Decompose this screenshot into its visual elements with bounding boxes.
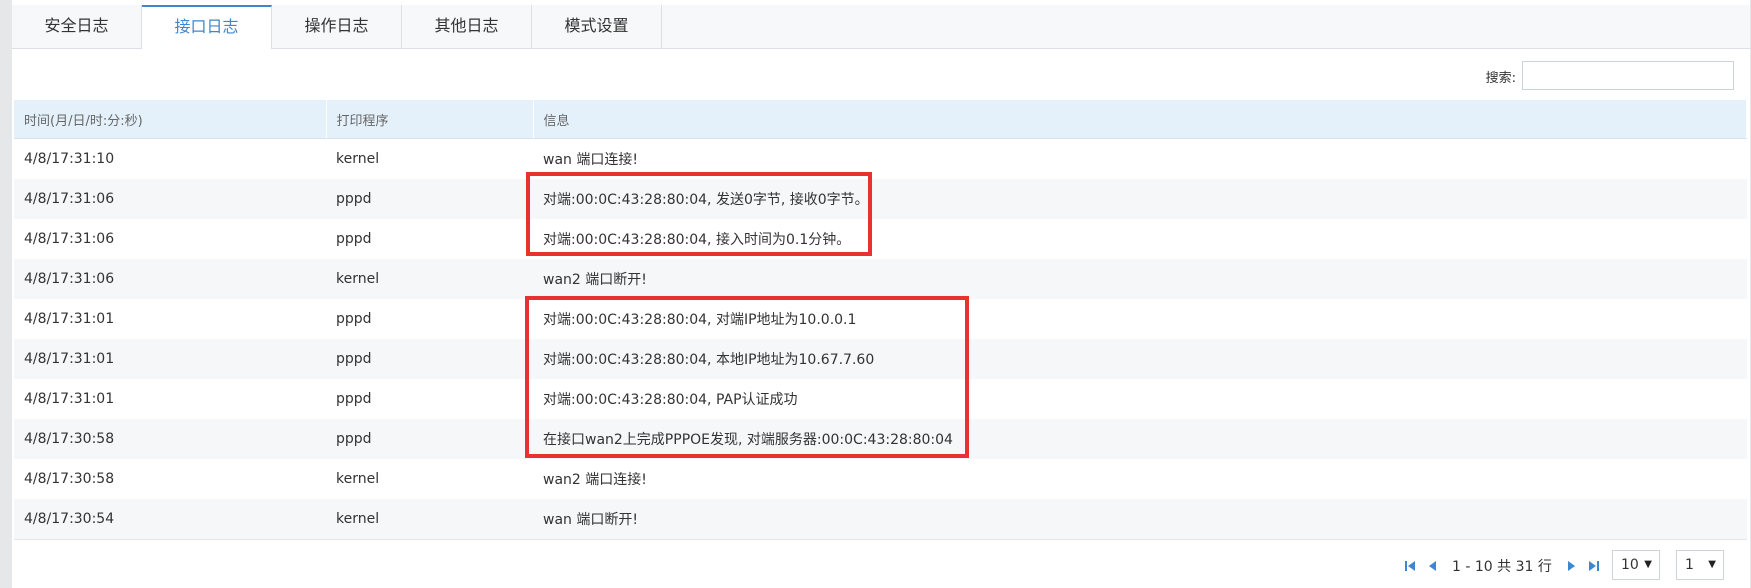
table-row: 4/8/17:31:10 kernel wan 端口连接! (14, 138, 1747, 179)
table-row: 4/8/17:31:01 pppd 对端:00:0C:43:28:80:04, … (14, 379, 1747, 419)
cell-message: 对端:00:0C:43:28:80:04, 对端IP地址为10.0.0.1 (533, 299, 1747, 339)
table-bottom-divider (14, 539, 1747, 540)
chevron-down-icon: ▼ (1644, 559, 1652, 570)
cell-time: 4/8/17:31:06 (14, 259, 326, 299)
table-row: 4/8/17:31:06 pppd 对端:00:0C:43:28:80:04, … (14, 219, 1747, 259)
cell-program: pppd (326, 299, 533, 339)
search-label: 搜索: (1485, 71, 1516, 86)
pagination: 1 - 10 共 31 行 10 ▼ 1 ▼ (12, 548, 1750, 584)
cell-message: wan 端口连接! (533, 138, 1747, 179)
pagination-summary: 1 - 10 共 31 行 (1452, 559, 1552, 575)
cell-message: 对端:00:0C:43:28:80:04, PAP认证成功 (533, 379, 1747, 419)
cell-program: kernel (326, 138, 533, 179)
column-header-time[interactable]: 时间(月/日/时:分:秒) (14, 100, 327, 139)
cell-message: 对端:00:0C:43:28:80:04, 接入时间为0.1分钟。 (533, 219, 1747, 259)
table-row: 4/8/17:30:58 kernel wan2 端口连接! (14, 459, 1747, 499)
cell-time: 4/8/17:31:01 (14, 379, 326, 419)
cell-time: 4/8/17:30:54 (14, 499, 326, 539)
page-size-select[interactable]: 10 ▼ (1612, 550, 1660, 580)
cell-message: 对端:00:0C:43:28:80:04, 发送0字节, 接收0字节。 (533, 179, 1747, 219)
table-row: 4/8/17:31:06 pppd 对端:00:0C:43:28:80:04, … (14, 179, 1747, 219)
cell-time: 4/8/17:31:06 (14, 219, 326, 259)
tab-other-log[interactable]: 其他日志 (402, 5, 532, 48)
chevron-down-icon: ▼ (1708, 559, 1716, 570)
cell-program: pppd (326, 379, 533, 419)
log-panel: 安全日志 接口日志 操作日志 其他日志 模式设置 搜索: 时间(月/日/时:分:… (12, 0, 1750, 588)
tab-mode-settings[interactable]: 模式设置 (532, 5, 662, 48)
cell-message: 在接口wan2上完成PPPOE发现, 对端服务器:00:0C:43:28:80:… (533, 419, 1747, 459)
last-page-icon[interactable] (1588, 560, 1600, 572)
column-header-program[interactable]: 打印程序 (326, 100, 534, 139)
cell-program: pppd (326, 339, 533, 379)
cell-message: wan2 端口连接! (533, 459, 1747, 499)
cell-message: 对端:00:0C:43:28:80:04, 本地IP地址为10.67.7.60 (533, 339, 1747, 379)
cell-message: wan 端口断开! (533, 499, 1747, 539)
tab-interface-log[interactable]: 接口日志 (142, 5, 272, 49)
table-row: 4/8/17:31:01 pppd 对端:00:0C:43:28:80:04, … (14, 299, 1747, 339)
page-size-value: 10 (1621, 557, 1639, 573)
cell-program: kernel (326, 459, 533, 499)
page-number-select[interactable]: 1 ▼ (1676, 550, 1724, 580)
cell-time: 4/8/17:30:58 (14, 419, 326, 459)
tab-bar: 安全日志 接口日志 操作日志 其他日志 模式设置 (12, 5, 1750, 49)
cell-program: pppd (326, 219, 533, 259)
page-number-value: 1 (1685, 557, 1694, 573)
table-row: 4/8/17:31:06 kernel wan2 端口断开! (14, 259, 1747, 299)
cell-program: kernel (326, 259, 533, 299)
table-header-row: 时间(月/日/时:分:秒) 打印程序 信息 (14, 100, 1747, 139)
cell-program: pppd (326, 179, 533, 219)
cell-message: wan2 端口断开! (533, 259, 1747, 299)
first-page-icon[interactable] (1404, 560, 1416, 572)
table-row: 4/8/17:31:01 pppd 对端:00:0C:43:28:80:04, … (14, 339, 1747, 379)
cell-time: 4/8/17:31:06 (14, 179, 326, 219)
table-row: 4/8/17:30:58 pppd 在接口wan2上完成PPPOE发现, 对端服… (14, 419, 1747, 459)
cell-time: 4/8/17:31:10 (14, 138, 326, 179)
prev-page-icon[interactable] (1426, 560, 1438, 572)
cell-time: 4/8/17:31:01 (14, 339, 326, 379)
cell-program: kernel (326, 499, 533, 539)
cell-program: pppd (326, 419, 533, 459)
table-row: 4/8/17:30:54 kernel wan 端口断开! (14, 499, 1747, 539)
cell-time: 4/8/17:30:58 (14, 459, 326, 499)
cell-time: 4/8/17:31:01 (14, 299, 326, 339)
column-header-message[interactable]: 信息 (533, 100, 1747, 139)
log-table: 时间(月/日/时:分:秒) 打印程序 信息 4/8/17:31:10 kerne… (14, 100, 1747, 539)
tab-operation-log[interactable]: 操作日志 (272, 5, 402, 48)
search-input[interactable] (1522, 61, 1734, 90)
next-page-icon[interactable] (1566, 560, 1578, 572)
tab-security-log[interactable]: 安全日志 (12, 5, 142, 48)
